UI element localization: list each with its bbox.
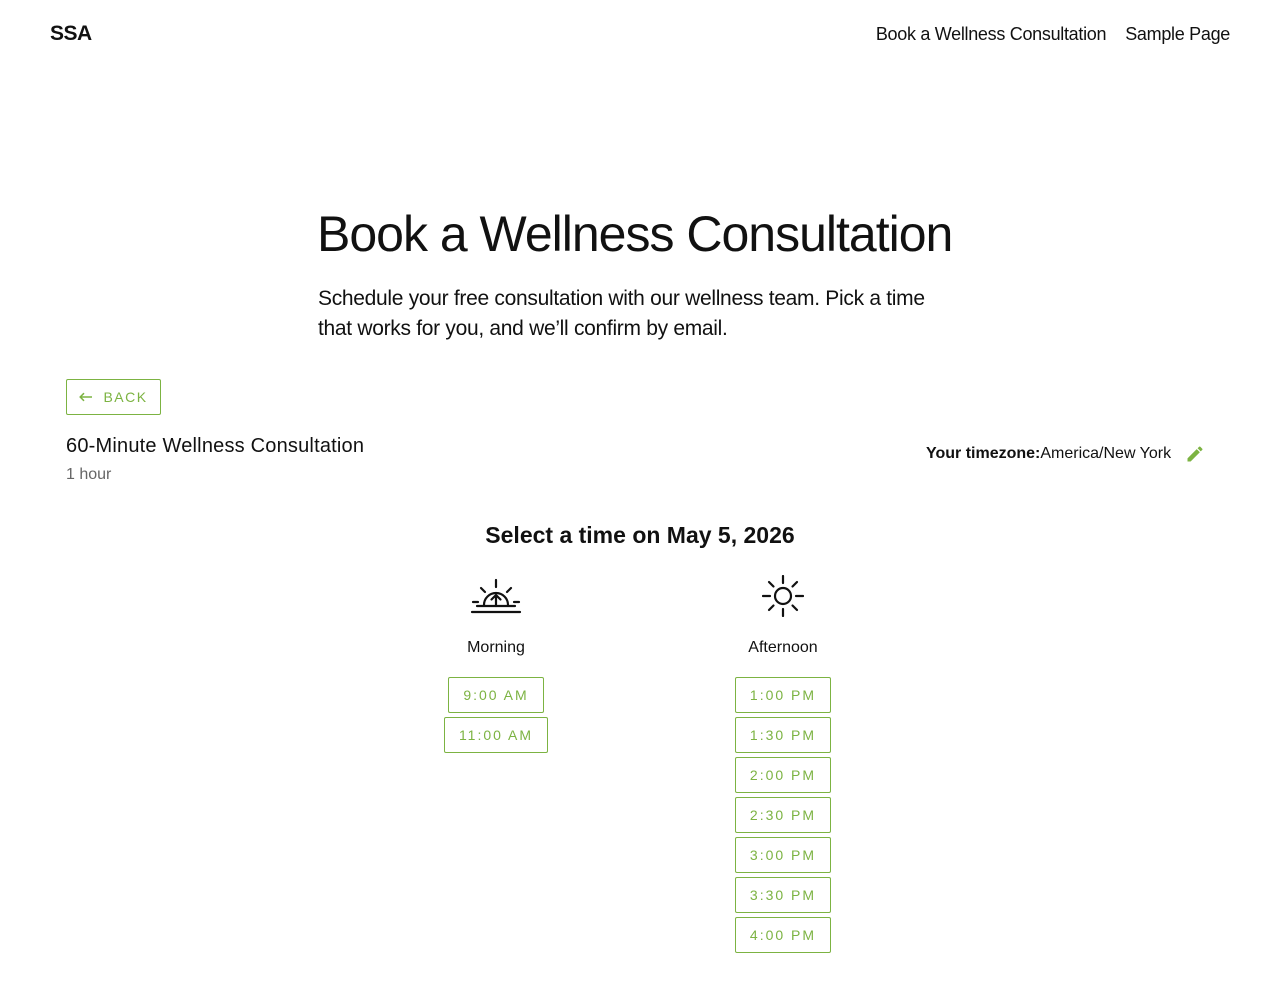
morning-slots: 9:00 AM 11:00 AM bbox=[443, 677, 549, 753]
time-slot-button[interactable]: 11:00 AM bbox=[443, 717, 549, 753]
morning-label: Morning bbox=[467, 639, 525, 656]
nav-link-sample-page[interactable]: Sample Page bbox=[1125, 24, 1230, 45]
pencil-icon[interactable] bbox=[1185, 444, 1205, 464]
select-time-heading: Select a time on May 5, 2026 bbox=[485, 522, 795, 548]
back-button[interactable]: BACK bbox=[66, 379, 161, 415]
service-name: 60-Minute Wellness Consultation bbox=[66, 435, 365, 457]
timezone-display: Your timezone: America/New York bbox=[926, 444, 1205, 464]
arrow-left-icon bbox=[79, 392, 93, 402]
page-subtitle: Schedule your free consultation with our… bbox=[318, 287, 925, 340]
timezone-value: America/New York bbox=[1040, 445, 1172, 462]
site-logo[interactable]: SSA bbox=[50, 22, 92, 46]
nav-link-book-consultation[interactable]: Book a Wellness Consultation bbox=[876, 24, 1107, 45]
afternoon-label: Afternoon bbox=[748, 639, 818, 656]
service-duration: 1 hour bbox=[66, 466, 112, 483]
timezone-label: Your timezone: bbox=[926, 445, 1041, 462]
time-slot-button[interactable]: 1:00 PM bbox=[734, 677, 832, 713]
main-nav: Book a Wellness Consultation Sample Page bbox=[876, 24, 1230, 45]
afternoon-slots: 1:00 PM 1:30 PM 2:00 PM 2:30 PM 3:00 PM … bbox=[734, 677, 832, 953]
page-title: Book a Wellness Consultation bbox=[317, 206, 953, 262]
time-slot-button[interactable]: 2:00 PM bbox=[734, 757, 832, 793]
time-slot-button[interactable]: 3:00 PM bbox=[734, 837, 832, 873]
time-slot-button[interactable]: 3:30 PM bbox=[734, 877, 832, 913]
morning-column: Morning 9:00 AM 11:00 AM bbox=[396, 576, 596, 753]
sun-icon bbox=[762, 575, 804, 617]
afternoon-column: Afternoon 1:00 PM 1:30 PM 2:00 PM 2:30 P… bbox=[683, 575, 883, 953]
time-slot-button[interactable]: 9:00 AM bbox=[448, 677, 544, 713]
time-slot-button[interactable]: 1:30 PM bbox=[734, 717, 832, 753]
time-slot-button[interactable]: 2:30 PM bbox=[734, 797, 832, 833]
sunrise-icon bbox=[470, 576, 522, 616]
back-button-label: BACK bbox=[103, 389, 148, 405]
site-header: SSA Book a Wellness Consultation Sample … bbox=[0, 0, 1280, 70]
time-slot-button[interactable]: 4:00 PM bbox=[734, 917, 832, 953]
